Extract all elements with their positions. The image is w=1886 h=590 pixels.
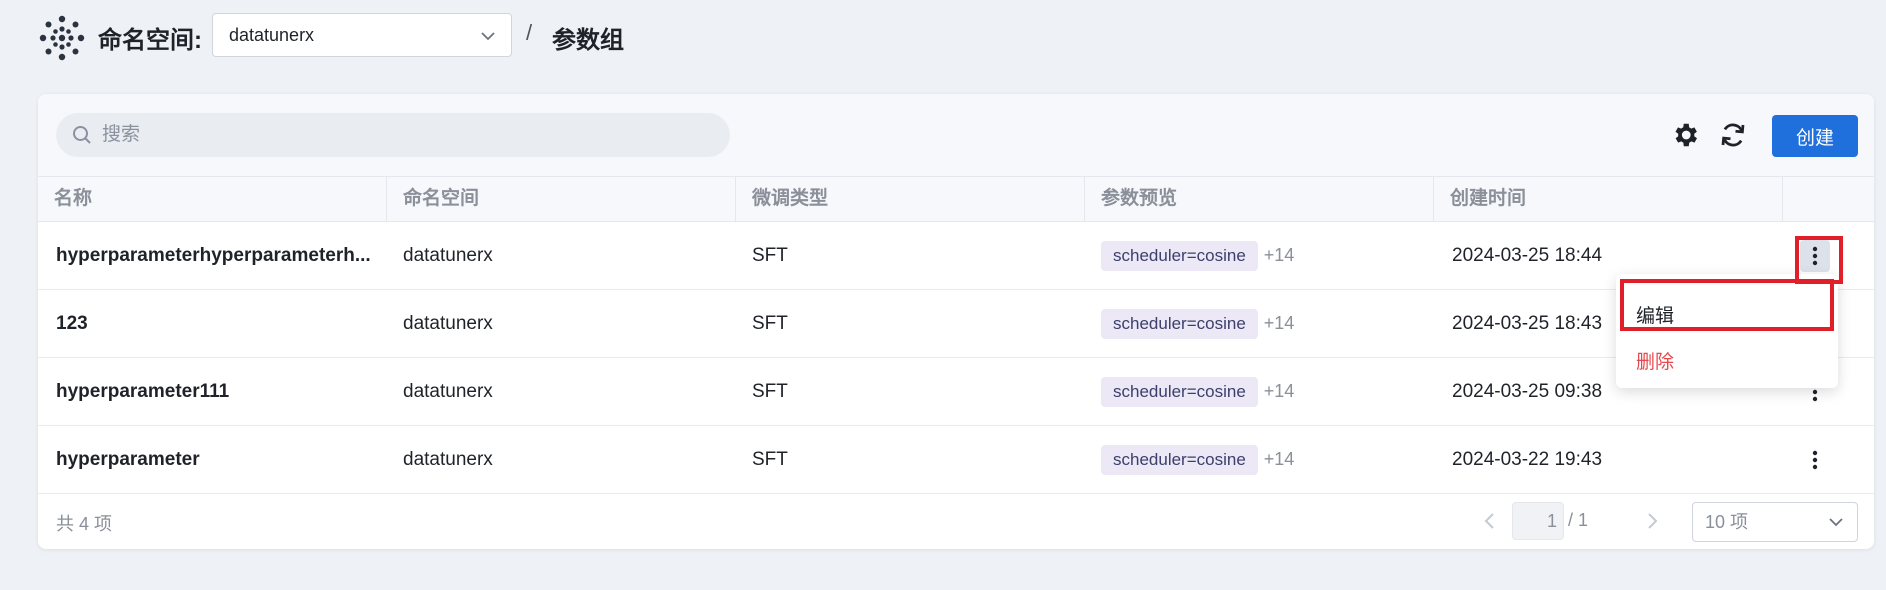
- search-icon: [73, 126, 91, 144]
- row-preview: scheduler=cosine +14: [1101, 290, 1401, 357]
- menu-item-delete[interactable]: 删除: [1636, 347, 1674, 374]
- table-header: 名称 命名空间 微调类型 参数预览 创建时间: [38, 176, 1874, 222]
- namespace-select[interactable]: datatunerx: [212, 13, 512, 57]
- namespace-label: 命名空间:: [98, 27, 202, 54]
- param-more-count[interactable]: +14: [1264, 222, 1295, 289]
- refresh-icon[interactable]: [1718, 120, 1748, 150]
- toolbar: 创建: [38, 94, 1874, 176]
- param-more-count[interactable]: +14: [1264, 426, 1295, 493]
- row-name[interactable]: hyperparameterhyperparameterh...: [56, 222, 372, 289]
- param-more-count[interactable]: +14: [1264, 290, 1295, 357]
- column-header-namespace: 命名空间: [387, 177, 736, 221]
- row-type: SFT: [752, 313, 788, 334]
- row-type: SFT: [752, 245, 788, 266]
- page-size-select[interactable]: 10 项: [1692, 502, 1858, 542]
- chevron-down-icon: [1829, 518, 1843, 527]
- table-footer: 共 4 项 / 1 10 项: [38, 494, 1874, 549]
- param-tag: scheduler=cosine: [1101, 376, 1258, 407]
- create-button[interactable]: 创建: [1772, 115, 1858, 157]
- chevron-right-icon[interactable]: [1642, 510, 1662, 532]
- column-header-type: 微调类型: [736, 177, 1085, 221]
- table-row: hyperparameter datatunerx SFT scheduler=…: [38, 426, 1874, 494]
- breadcrumb-separator: /: [526, 20, 533, 45]
- table-row: hyperparameterhyperparameterh... datatun…: [38, 222, 1874, 290]
- row-name[interactable]: hyperparameter: [56, 426, 372, 493]
- row-namespace: datatunerx: [403, 245, 493, 266]
- more-vertical-icon: [1812, 450, 1818, 470]
- row-name[interactable]: 123: [56, 290, 372, 357]
- row-name[interactable]: hyperparameter111: [56, 358, 372, 425]
- parameter-group-card: 创建 名称 命名空间 微调类型 参数预览 创建时间 hyperparameter…: [38, 94, 1874, 549]
- row-preview: scheduler=cosine +14: [1101, 222, 1401, 289]
- row-namespace: datatunerx: [403, 313, 493, 334]
- page-total: / 1: [1568, 510, 1589, 530]
- param-tag: scheduler=cosine: [1101, 444, 1258, 475]
- row-created: 2024-03-22 19:43: [1452, 449, 1603, 470]
- gear-icon[interactable]: [1670, 120, 1700, 150]
- param-tag: scheduler=cosine: [1101, 240, 1258, 271]
- highlight-box-edit: [1620, 279, 1834, 331]
- search-box[interactable]: [56, 113, 730, 157]
- highlight-box-actions: [1795, 236, 1843, 284]
- param-more-count[interactable]: +14: [1264, 358, 1295, 425]
- total-count: 共 4 项: [56, 514, 113, 534]
- chevron-down-icon: [481, 32, 495, 41]
- row-namespace: datatunerx: [403, 381, 493, 402]
- page-header: 命名空间: datatunerx / 参数组: [0, 0, 1886, 72]
- column-header-created: 创建时间: [1434, 177, 1783, 221]
- row-preview: scheduler=cosine +14: [1101, 426, 1401, 493]
- row-preview: scheduler=cosine +14: [1101, 358, 1401, 425]
- logo-icon: [39, 15, 85, 61]
- row-namespace: datatunerx: [403, 449, 493, 470]
- table-row: 123 datatunerx SFT scheduler=cosine +14 …: [38, 290, 1874, 358]
- row-type: SFT: [752, 381, 788, 402]
- column-header-preview: 参数预览: [1085, 177, 1434, 221]
- param-tag: scheduler=cosine: [1101, 308, 1258, 339]
- column-header-name: 名称: [38, 177, 387, 221]
- chevron-left-icon[interactable]: [1480, 510, 1500, 532]
- page-title: 参数组: [552, 27, 624, 54]
- namespace-select-value: datatunerx: [229, 24, 315, 45]
- row-actions-button[interactable]: [1800, 444, 1830, 476]
- search-input[interactable]: [102, 113, 702, 157]
- page-size-value: 10 项: [1705, 512, 1749, 532]
- table-row: hyperparameter111 datatunerx SFT schedul…: [38, 358, 1874, 426]
- page-number-input[interactable]: [1512, 502, 1564, 540]
- row-type: SFT: [752, 449, 788, 470]
